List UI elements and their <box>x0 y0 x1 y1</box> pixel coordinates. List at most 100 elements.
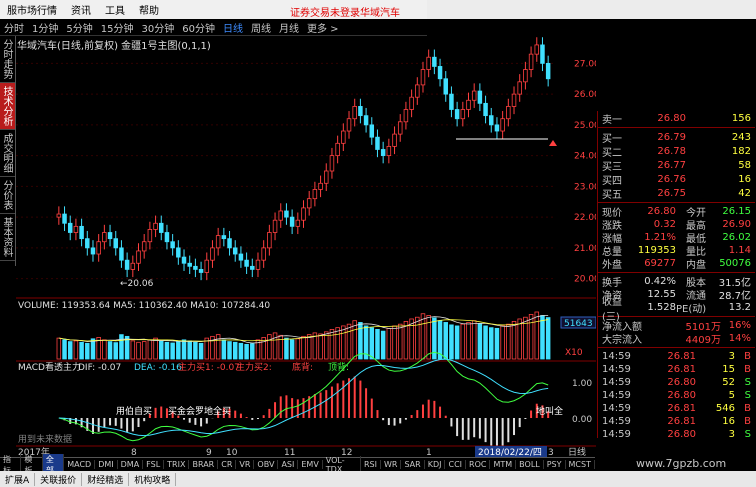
candle-body <box>432 56 437 67</box>
tick-volume: 546 <box>715 403 735 414</box>
indicator-tab[interactable]: EMV <box>298 460 323 469</box>
volume-bar <box>415 316 420 360</box>
candle-body <box>454 109 460 120</box>
volume-bar <box>193 341 198 360</box>
volume-bar <box>392 325 397 360</box>
indicator-tab[interactable]: CCI <box>445 460 467 469</box>
indicator-tab[interactable]: RSI <box>361 460 381 469</box>
ask-row[interactable]: 卖一 26.80 156 <box>598 111 755 126</box>
indicator-tab[interactable]: MTM <box>490 460 517 469</box>
menu-bar-extension <box>427 0 756 19</box>
side-tab-trades[interactable]: 成交明细 <box>0 130 15 177</box>
macd-bottom-divergence: 底背: <box>292 361 313 373</box>
menu-item-news[interactable]: 资讯 <box>64 2 98 17</box>
quote-row: 外盘 69277 内盘 50076 <box>598 257 755 271</box>
volume-bar <box>329 329 335 360</box>
menu-item-market[interactable]: 服市场行情 <box>0 2 64 17</box>
tick-side: B <box>744 351 751 362</box>
bid-row[interactable]: 买一 26.79 243 <box>598 130 755 145</box>
side-tab-technical[interactable]: 技术分析 <box>0 83 15 130</box>
candle-body <box>67 222 73 233</box>
status-related-quote[interactable]: 关联报价 <box>35 472 83 486</box>
candle-body <box>73 225 79 233</box>
low-price-label: ←20.06 <box>120 279 154 289</box>
period-monthly[interactable]: 月线 <box>275 20 303 35</box>
status-institution-guide[interactable]: 机构攻略 <box>129 472 177 486</box>
period-1min[interactable]: 1分钟 <box>28 20 62 35</box>
volume-bar <box>90 338 96 360</box>
candle-body <box>204 259 210 273</box>
indicator-tab[interactable]: ROC <box>466 460 491 469</box>
indicator-tab[interactable]: BOLL <box>516 460 544 469</box>
candle-body <box>130 262 136 270</box>
volume-bar <box>506 323 511 360</box>
period-5min[interactable]: 5分钟 <box>62 20 96 35</box>
flow-row: 大宗流入 4409万 14% <box>598 332 755 346</box>
tick-row: 14:59 26.81 15 B <box>598 363 755 376</box>
status-finance-picks[interactable]: 财经精选 <box>82 472 130 486</box>
indicator-tab[interactable]: PSY <box>544 460 566 469</box>
indicator-tab[interactable]: TRIX <box>164 460 190 469</box>
indicator-tab[interactable]: SAR <box>401 460 425 469</box>
volume-bar <box>346 323 352 360</box>
candle-body <box>545 62 551 80</box>
indicator-bar: 指标 模板 全部 MACD DMI DMA FSL TRIX BRAR CR VR OBV ASI EMV… <box>0 453 595 476</box>
period-60min[interactable]: 60分钟 <box>178 20 219 35</box>
candle-body <box>528 53 534 70</box>
candle-body <box>102 232 107 243</box>
candle-body <box>324 170 329 184</box>
date-axis-label: 10 <box>226 448 238 457</box>
bid-label: 买三 <box>602 161 622 173</box>
indicator-tab[interactable]: FSL <box>143 460 165 469</box>
indicator-tab[interactable]: ASI <box>278 460 299 469</box>
side-tab-fundamentals[interactable]: 基本资料 <box>0 214 15 261</box>
side-tabs: 分时走势 技术分析 成交明细 分价表 基本资料 <box>0 36 16 266</box>
period-30min[interactable]: 30分钟 <box>137 20 178 35</box>
fundamental-row: 收益(三) 1.528 PE(动) 13.2 <box>598 297 755 323</box>
candle-body <box>267 232 272 249</box>
date-axis-label: 3 <box>548 448 554 457</box>
quote-value: 69277 <box>644 258 676 269</box>
tick-list[interactable]: 14:59 26.81 3 B 14:59 26.81 15 B 14:59 26.80 52 S 14… <box>598 350 755 441</box>
period-weekly[interactable]: 周线 <box>247 20 275 35</box>
period-more[interactable]: 更多 > <box>303 20 343 35</box>
candle-body <box>136 250 141 264</box>
period-daily[interactable]: 日线 <box>219 20 247 35</box>
macd-axis-zero: 0.00 <box>572 415 592 425</box>
bid-row[interactable]: 买四 26.76 16 <box>598 172 755 187</box>
volume-bar <box>147 339 153 360</box>
flow-table: 净流入额 5101万 16% 大宗流入 4409万 14% <box>598 319 755 346</box>
bid-row[interactable]: 买二 26.78 182 <box>598 144 755 159</box>
indicator-tab[interactable]: KDJ <box>425 460 446 469</box>
period-intraday[interactable]: 分时 <box>0 20 28 35</box>
period-15min[interactable]: 15分钟 <box>97 20 138 35</box>
bid-row[interactable]: 买五 26.75 42 <box>598 186 755 201</box>
indicator-tab[interactable]: VR <box>236 460 255 469</box>
indicator-tab[interactable]: MACD <box>64 460 96 469</box>
indicator-tab[interactable]: MCST <box>566 460 595 469</box>
status-extension-a[interactable]: 扩展A <box>0 472 36 486</box>
tick-time: 14:59 <box>602 390 631 401</box>
stock-tab[interactable]: 华域汽车 <box>360 4 400 19</box>
bid-row[interactable]: 买三 26.77 58 <box>598 158 755 173</box>
indicator-tab[interactable]: CR <box>218 460 237 469</box>
volume-bar <box>85 342 90 360</box>
volume-bar <box>221 339 227 360</box>
indicator-tab[interactable]: DMI <box>95 460 118 469</box>
macd-title: MACD看透主力 <box>18 361 81 373</box>
tick-row: 14:59 26.80 3 S <box>598 428 755 441</box>
volume-bar <box>528 314 534 360</box>
menu-item-tools[interactable]: 工具 <box>98 2 132 17</box>
chart-area[interactable]: ←20.06 27.00 26.00 25.00 24.00 23.00 22.00 21.… <box>16 36 596 457</box>
side-tab-price-table[interactable]: 分价表 <box>0 177 15 214</box>
login-warning[interactable]: 证券交易未登录 <box>290 4 360 19</box>
indicator-tab[interactable]: WR <box>381 460 402 469</box>
indicator-tab[interactable]: DMA <box>118 460 144 469</box>
indicator-tab[interactable]: BRAR <box>189 460 219 469</box>
menu-item-help[interactable]: 帮助 <box>132 2 166 17</box>
indicator-tab[interactable]: OBV <box>254 460 279 469</box>
side-tab-intraday[interactable]: 分时走势 <box>0 36 15 83</box>
chart-title: 华域汽车(日线,前复权) 金疆1号主图(0,1,1) <box>17 41 211 52</box>
volume-bar <box>289 339 295 360</box>
volume-bar <box>471 320 477 360</box>
